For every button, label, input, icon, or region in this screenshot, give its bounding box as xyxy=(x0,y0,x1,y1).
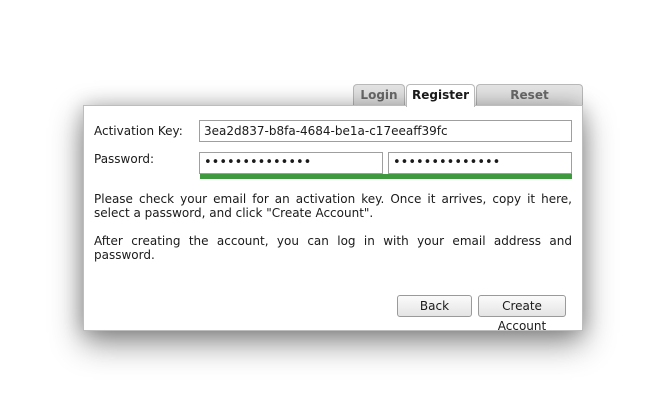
register-panel: Activation Key: Password: ••••••••••••••… xyxy=(83,105,583,333)
password-label: Password: xyxy=(94,152,155,166)
password-confirm-input[interactable]: •••••••••••••• xyxy=(388,152,572,174)
instructions-text: Please check your email for an activatio… xyxy=(94,192,572,220)
password-input[interactable]: •••••••••••••• xyxy=(199,152,383,174)
tab-register[interactable]: Register xyxy=(406,84,475,107)
login-hint-text: After creating the account, you can log … xyxy=(94,234,572,262)
create-account-button[interactable]: Create Account xyxy=(478,295,566,333)
tab-reset-password[interactable]: Reset Password xyxy=(476,84,583,123)
back-button[interactable]: Back xyxy=(397,295,472,317)
activation-key-label: Activation Key: xyxy=(94,124,183,138)
password-strength-bar xyxy=(200,174,572,179)
tab-login[interactable]: Login xyxy=(353,84,405,106)
activation-key-input[interactable] xyxy=(199,120,572,142)
